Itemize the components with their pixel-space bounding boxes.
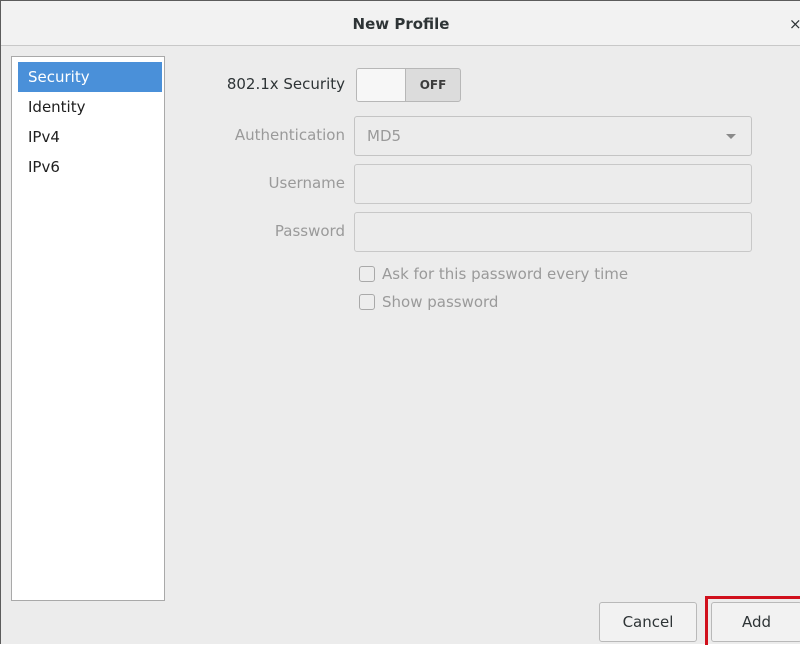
toggle-knob — [357, 69, 406, 101]
security-toggle[interactable]: OFF — [356, 68, 461, 102]
authentication-label: Authentication — [234, 126, 345, 144]
sidebar-item-ipv6[interactable]: IPv6 — [18, 152, 162, 182]
username-label: Username — [268, 174, 345, 192]
new-profile-dialog: New Profile × Security Identity IPv4 IPv… — [0, 0, 800, 645]
authentication-value: MD5 — [367, 127, 402, 145]
sidebar: Security Identity IPv4 IPv6 — [11, 56, 165, 601]
close-icon[interactable]: × — [789, 15, 800, 33]
show-password-label: Show password — [382, 293, 499, 311]
add-button[interactable]: Add — [711, 602, 800, 642]
password-label: Password — [274, 222, 345, 240]
authentication-select[interactable]: MD5 — [354, 116, 752, 156]
password-input[interactable] — [354, 212, 752, 252]
security-label: 802.1x Security — [226, 75, 345, 93]
username-input[interactable] — [354, 164, 752, 204]
toggle-state-text: OFF — [419, 78, 447, 92]
cancel-button[interactable]: Cancel — [599, 602, 697, 642]
dialog-title: New Profile — [352, 15, 450, 33]
title-bar: New Profile × — [1, 1, 800, 46]
sidebar-item-security[interactable]: Security — [18, 62, 162, 92]
sidebar-item-identity[interactable]: Identity — [18, 92, 162, 122]
ask-password-label: Ask for this password every time — [382, 265, 629, 283]
show-password-checkbox[interactable] — [359, 294, 375, 310]
sidebar-item-ipv4[interactable]: IPv4 — [18, 122, 162, 152]
ask-password-checkbox[interactable] — [359, 266, 375, 282]
dropdown-arrow-icon — [726, 134, 736, 139]
